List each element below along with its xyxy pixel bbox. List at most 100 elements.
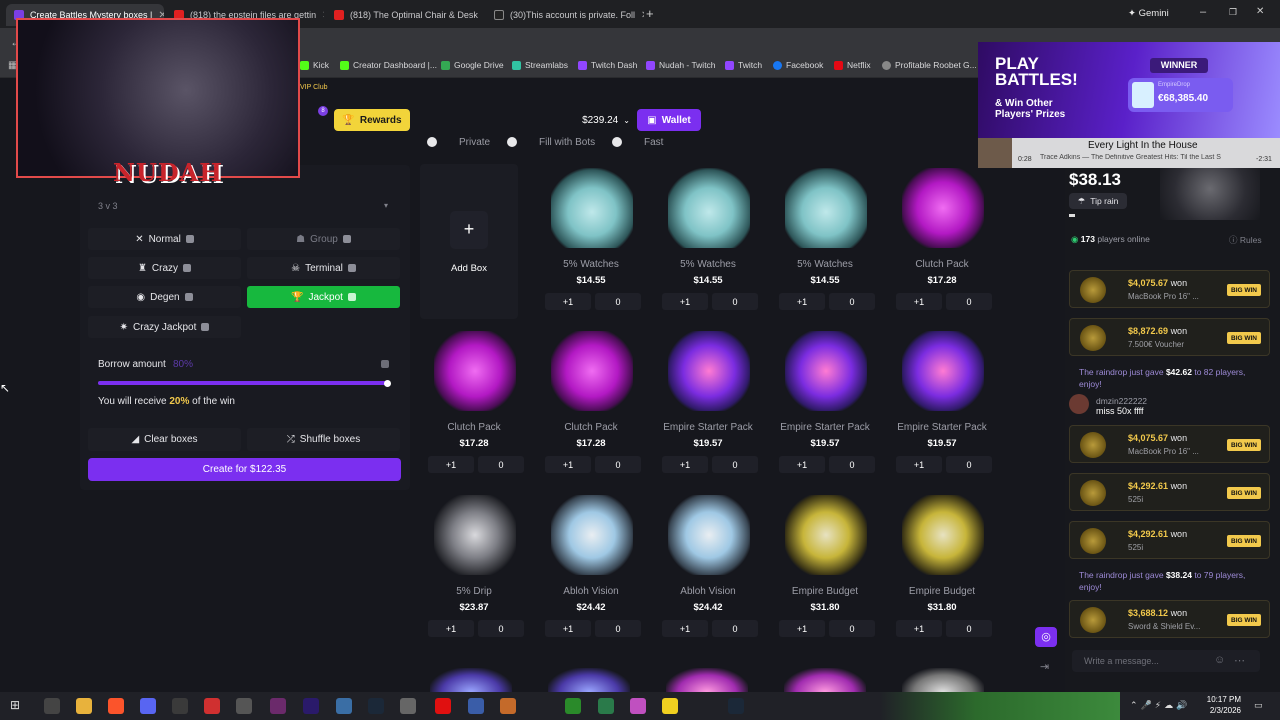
add-one-button[interactable]: +1: [896, 456, 942, 473]
add-one-button[interactable]: +1: [428, 620, 474, 637]
mode-crazy[interactable]: ♜ Crazy: [88, 257, 241, 279]
taskbar-app-icon[interactable]: [400, 698, 416, 714]
collapse-chat-icon[interactable]: ⇥: [1040, 660, 1049, 673]
bookmark-twitch-dash[interactable]: Twitch Dash: [578, 60, 637, 70]
taskbar-app-icon[interactable]: [435, 698, 451, 714]
add-one-button[interactable]: +1: [662, 620, 708, 637]
gemini-button[interactable]: ✦ Gemini: [1128, 8, 1169, 19]
wallet-button[interactable]: ▣ Wallet: [637, 109, 701, 131]
add-one-button[interactable]: +1: [662, 293, 708, 310]
box-card[interactable]: 5% Watches $14.55 +1 0: [537, 164, 645, 316]
add-one-button[interactable]: +1: [896, 293, 942, 310]
add-one-button[interactable]: +1: [428, 456, 474, 473]
close-tab-icon[interactable]: ✕: [641, 10, 644, 21]
taskbar-app-icon[interactable]: [598, 698, 614, 714]
box-card[interactable]: 5% Watches $14.55 +1 0: [654, 164, 762, 316]
info-icon[interactable]: [185, 235, 194, 243]
system-tray-icons[interactable]: ⌃🎤⚡☁🔊: [1130, 700, 1190, 711]
add-one-button[interactable]: +1: [779, 620, 825, 637]
folder-icon[interactable]: [76, 698, 92, 714]
chat-input[interactable]: Write a message... ☺ ⋯: [1072, 650, 1260, 672]
big-win-item[interactable]: $8,872.69 won 7.500€ Voucher BIG WIN: [1069, 318, 1270, 356]
big-win-item[interactable]: $3,688.12 won Sword & Shield Ev... BIG WIN: [1069, 600, 1270, 638]
mode-degen[interactable]: ◉ Degen: [88, 286, 241, 308]
mode-group[interactable]: ☗ Group: [247, 228, 400, 250]
browser-tab[interactable]: (818) The Optimal Chair & Desk✕: [326, 4, 484, 26]
mode-normal[interactable]: ✕ Normal: [88, 228, 241, 250]
add-one-button[interactable]: +1: [545, 620, 591, 637]
vip-club-link[interactable]: VIP Club: [300, 84, 328, 91]
big-win-item[interactable]: $4,292.61 won 525i BIG WIN: [1069, 521, 1270, 559]
bookmark-nudah-twitch[interactable]: Nudah - Twitch: [646, 60, 716, 70]
restore-icon[interactable]: ❐: [1229, 7, 1237, 18]
clock-time[interactable]: 10:17 PM: [1205, 695, 1241, 704]
obs-icon[interactable]: [172, 698, 188, 714]
box-card[interactable]: Clutch Pack $17.28 +1 0: [537, 327, 645, 479]
private-toggle[interactable]: [427, 137, 437, 147]
add-one-button[interactable]: +1: [545, 456, 591, 473]
big-win-item[interactable]: $4,075.67 won MacBook Pro 16" ... BIG WIN: [1069, 425, 1270, 463]
big-win-item[interactable]: $4,075.67 won MacBook Pro 16" ... BIG WIN: [1069, 270, 1270, 308]
add-one-button[interactable]: +1: [896, 620, 942, 637]
avatar[interactable]: [1069, 394, 1089, 414]
close-tab-icon[interactable]: ✕: [322, 10, 324, 21]
taskbar-app-icon[interactable]: [236, 698, 252, 714]
capcut-icon[interactable]: [336, 698, 352, 714]
info-icon[interactable]: [184, 293, 193, 301]
minimize-icon[interactable]: –: [1200, 6, 1206, 18]
notifications-icon[interactable]: ▭: [1254, 700, 1263, 711]
box-card[interactable]: Abloh Vision $24.42 +1 0: [537, 491, 645, 643]
balance-dropdown[interactable]: $239.24 ⌄: [578, 109, 634, 131]
info-icon[interactable]: [347, 293, 356, 301]
add-one-button[interactable]: +1: [779, 293, 825, 310]
info-icon[interactable]: [347, 264, 356, 272]
taskbar-app-icon[interactable]: [630, 698, 646, 714]
taskbar-app-icon[interactable]: [44, 698, 60, 714]
more-icon[interactable]: ⋯: [1234, 654, 1245, 667]
bookmark-twitch[interactable]: Twitch: [725, 60, 762, 70]
fill-with-bots-toggle[interactable]: [507, 137, 517, 147]
new-tab-button[interactable]: +: [646, 6, 654, 21]
box-card[interactable]: Clutch Pack $17.28 +1 0: [420, 327, 528, 479]
box-card[interactable]: 5% Drip $23.87 +1 0: [420, 491, 528, 643]
premiere-icon[interactable]: [303, 698, 319, 714]
browser-tab[interactable]: (30)This account is private. Foll ✕: [486, 4, 644, 26]
bookmark-creator-dashboard[interactable]: Creator Dashboard |...: [340, 60, 437, 70]
bookmark-netflix[interactable]: Netflix: [834, 60, 871, 70]
tip-rain-button[interactable]: ☂ Tip rain: [1069, 193, 1127, 209]
emoji-icon[interactable]: ☺: [1214, 654, 1225, 666]
rewards-button[interactable]: 🏆 Rewards: [334, 109, 410, 131]
info-icon[interactable]: [342, 235, 351, 243]
box-card[interactable]: Clutch Pack $17.28 +1 0: [888, 164, 996, 316]
box-card[interactable]: Empire Starter Pack $19.57 +1 0: [654, 327, 762, 479]
taskbar-app-icon[interactable]: [468, 698, 484, 714]
steam-icon[interactable]: [728, 698, 744, 714]
clear-boxes-button[interactable]: ◢ Clear boxes: [88, 428, 241, 451]
borrow-slider-track[interactable]: [98, 381, 390, 385]
brave-icon[interactable]: [108, 698, 124, 714]
chevron-down-icon[interactable]: ▾: [384, 201, 388, 210]
fast-toggle[interactable]: [612, 137, 622, 147]
taskbar-app-icon[interactable]: [500, 698, 516, 714]
info-icon[interactable]: [183, 264, 192, 272]
clock-date[interactable]: 2/3/2026: [1205, 706, 1241, 715]
box-card[interactable]: Empire Budget $31.80 +1 0: [771, 491, 879, 643]
mode-jackpot[interactable]: 🏆 Jackpot: [247, 286, 400, 308]
start-icon[interactable]: ⊞: [10, 698, 20, 712]
bookmark-facebook[interactable]: Facebook: [773, 60, 823, 70]
info-icon[interactable]: [201, 323, 210, 331]
taskbar-app-icon[interactable]: [204, 698, 220, 714]
bookmark-roobet[interactable]: Profitable Roobet G...: [882, 60, 977, 70]
nvidia-icon[interactable]: [565, 698, 581, 714]
box-card[interactable]: Empire Starter Pack $19.57 +1 0: [771, 327, 879, 479]
add-one-button[interactable]: +1: [662, 456, 708, 473]
box-card[interactable]: 5% Watches $14.55 +1 0: [771, 164, 879, 316]
chat-username[interactable]: dmzin222222: [1096, 396, 1147, 406]
add-one-button[interactable]: +1: [779, 456, 825, 473]
create-battle-button[interactable]: Create for $122.35: [88, 458, 401, 481]
add-one-button[interactable]: +1: [545, 293, 591, 310]
mode-crazy-jackpot[interactable]: ✷ Crazy Jackpot: [88, 316, 241, 338]
taskbar-app-icon[interactable]: [270, 698, 286, 714]
bookmark-google-drive[interactable]: Google Drive: [441, 60, 504, 70]
box-card[interactable]: Empire Starter Pack $19.57 +1 0: [888, 327, 996, 479]
